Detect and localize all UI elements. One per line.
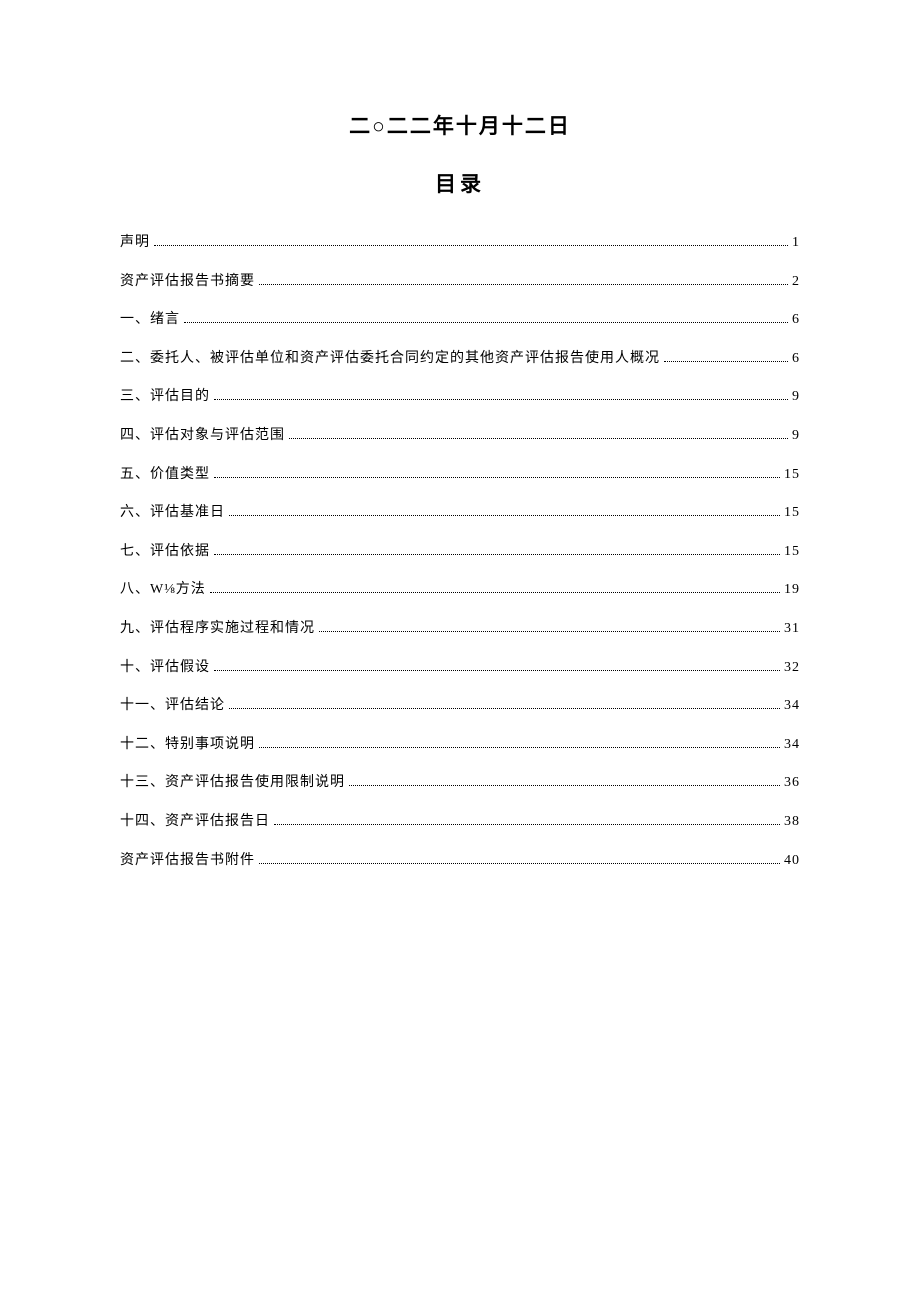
toc-dots [259,863,780,864]
toc-dots [259,284,788,285]
toc-item-page: 2 [792,272,800,292]
toc-dots [349,785,780,786]
toc-dots [214,554,780,555]
toc-item: 七、评估依据 15 [120,542,800,562]
toc-item-label: 八、W⅛方法 [120,580,206,600]
toc-item: 四、评估对象与评估范围 9 [120,426,800,446]
toc-item-label: 十一、评估结论 [120,696,225,716]
toc-item-page: 31 [784,619,800,639]
toc-item-page: 34 [784,735,800,755]
toc-item-page: 36 [784,773,800,793]
toc-item: 一、绪言 6 [120,310,800,330]
toc-item-label: 五、价值类型 [120,465,210,485]
toc-item-label: 十四、资产评估报告日 [120,812,270,832]
toc-item: 三、评估目的 9 [120,387,800,407]
toc-item-label: 六、评估基准日 [120,503,225,523]
toc-item: 八、W⅛方法 19 [120,580,800,600]
date-line: 二○二二年十月十二日 [120,110,800,140]
toc-item: 十二、特别事项说明 34 [120,735,800,755]
toc-dots [229,515,780,516]
toc-item-page: 32 [784,658,800,678]
toc-item-page: 6 [792,349,800,369]
toc-list: 声明 1 资产评估报告书摘要 2 一、绪言 6 二、委托人、被评估单位和资产评估… [120,233,800,870]
toc-item: 十四、资产评估报告日 38 [120,812,800,832]
toc-item-label: 十、评估假设 [120,658,210,678]
toc-item-page: 19 [784,580,800,600]
toc-item-page: 1 [792,233,800,253]
toc-item: 十、评估假设 32 [120,658,800,678]
toc-item-page: 15 [784,465,800,485]
toc-item-label: 四、评估对象与评估范围 [120,426,285,446]
toc-item: 十三、资产评估报告使用限制说明 36 [120,773,800,793]
toc-dots [214,670,780,671]
toc-dots [289,438,788,439]
toc-item-page: 15 [784,542,800,562]
toc-item: 声明 1 [120,233,800,253]
toc-dots [319,631,780,632]
toc-dots [664,361,788,362]
toc-item: 五、价值类型 15 [120,465,800,485]
toc-item-page: 40 [784,851,800,871]
toc-title: 目录 [120,168,800,198]
toc-item-label: 一、绪言 [120,310,180,330]
toc-item-label: 资产评估报告书附件 [120,851,255,871]
toc-item-label: 七、评估依据 [120,542,210,562]
toc-item-page: 38 [784,812,800,832]
toc-item-label: 二、委托人、被评估单位和资产评估委托合同约定的其他资产评估报告使用人概况 [120,349,660,369]
toc-item: 十一、评估结论 34 [120,696,800,716]
toc-dots [229,708,780,709]
toc-item-page: 9 [792,387,800,407]
toc-dots [210,592,780,593]
toc-item: 资产评估报告书附件 40 [120,851,800,871]
toc-dots [154,245,788,246]
toc-dots [274,824,780,825]
toc-item-label: 声明 [120,233,150,253]
toc-item: 二、委托人、被评估单位和资产评估委托合同约定的其他资产评估报告使用人概况 6 [120,349,800,369]
toc-item-page: 6 [792,310,800,330]
toc-item-label: 十三、资产评估报告使用限制说明 [120,773,345,793]
toc-item: 九、评估程序实施过程和情况 31 [120,619,800,639]
toc-dots [214,477,780,478]
toc-item-label: 十二、特别事项说明 [120,735,255,755]
toc-item: 六、评估基准日 15 [120,503,800,523]
toc-item-page: 34 [784,696,800,716]
toc-dots [214,399,788,400]
toc-item-label: 九、评估程序实施过程和情况 [120,619,315,639]
toc-item-label: 三、评估目的 [120,387,210,407]
toc-item-page: 9 [792,426,800,446]
toc-item: 资产评估报告书摘要 2 [120,272,800,292]
toc-item-page: 15 [784,503,800,523]
toc-item-label: 资产评估报告书摘要 [120,272,255,292]
toc-dots [184,322,788,323]
toc-dots [259,747,780,748]
